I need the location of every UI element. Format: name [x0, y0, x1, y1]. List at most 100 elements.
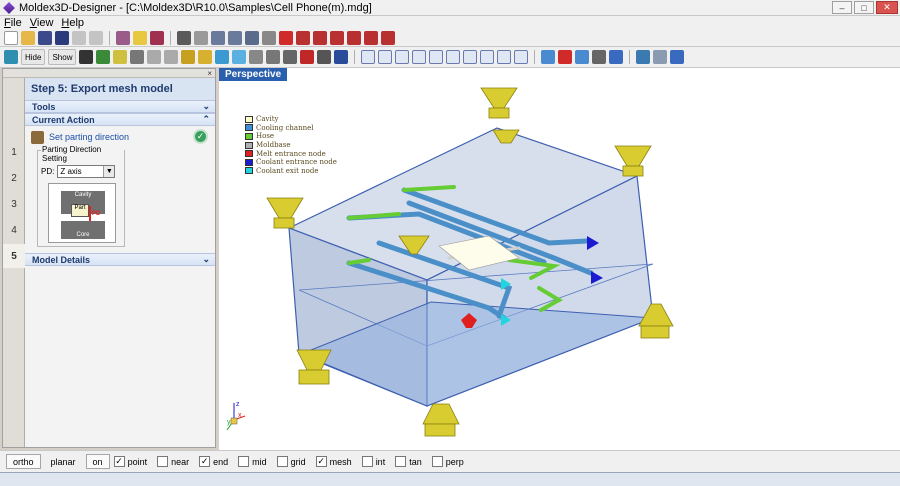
face-icon[interactable] — [429, 50, 444, 64]
step-4[interactable]: 4 — [3, 218, 25, 242]
planar-button[interactable]: planar — [45, 454, 82, 469]
collapse-icon[interactable]: ⌃ — [202, 114, 210, 125]
print-icon[interactable] — [653, 50, 668, 64]
panel-close-icon[interactable]: × — [207, 69, 212, 78]
element-icon[interactable] — [446, 50, 461, 64]
scale-icon[interactable] — [558, 50, 573, 64]
zoom-icon[interactable] — [211, 30, 225, 45]
insert-icon[interactable] — [266, 50, 281, 64]
mid-checkbox[interactable] — [238, 456, 250, 467]
palette-icon[interactable] — [198, 50, 213, 64]
tan-checkbox[interactable] — [395, 456, 407, 467]
image-icon[interactable] — [636, 50, 651, 64]
end-checkbox[interactable]: ✓ — [199, 456, 211, 467]
snap-grid[interactable]: grid — [276, 456, 306, 467]
line-icon[interactable] — [164, 50, 179, 64]
mirror-icon[interactable] — [592, 50, 607, 64]
undo-icon[interactable] — [72, 30, 86, 45]
snap-near[interactable]: near — [157, 456, 189, 467]
rotate-icon[interactable] — [575, 50, 590, 64]
section-icon[interactable] — [463, 50, 478, 64]
move-icon[interactable] — [177, 30, 191, 45]
dim-icon[interactable] — [480, 50, 495, 64]
pick-icon[interactable] — [514, 50, 529, 64]
viewport-3d[interactable]: Perspective z x y Cavity Cooling channel… — [219, 68, 900, 450]
hide-button[interactable]: Hide — [21, 49, 46, 65]
perp-checkbox[interactable] — [431, 456, 443, 467]
panel-grip[interactable]: × — [3, 69, 215, 78]
snap-tan[interactable]: tan — [395, 456, 422, 467]
chevron-down-icon[interactable]: ▼ — [103, 166, 115, 177]
show-button[interactable]: Show — [48, 49, 77, 65]
expand-icon[interactable]: ⌄ — [202, 101, 210, 112]
monitor-icon[interactable] — [334, 50, 349, 64]
node-icon[interactable] — [395, 50, 410, 64]
surface-icon[interactable] — [96, 50, 111, 64]
grid-checkbox[interactable] — [276, 456, 288, 467]
check-icon[interactable]: ✓ — [193, 129, 208, 144]
cube-right-icon[interactable] — [347, 30, 361, 45]
info-icon[interactable] — [150, 30, 164, 45]
snap-mesh[interactable]: ✓ mesh — [315, 456, 352, 467]
menu-help[interactable]: Help — [61, 17, 84, 29]
moldbase-icon[interactable] — [283, 50, 298, 64]
copy-icon[interactable] — [609, 50, 624, 64]
expand-icon[interactable]: ⌄ — [202, 254, 210, 265]
cube-red-icon[interactable] — [279, 30, 293, 45]
help-icon[interactable] — [133, 30, 147, 45]
snap-mid[interactable]: mid — [238, 456, 267, 467]
grid-icon[interactable] — [130, 50, 145, 64]
step-1[interactable]: 1 — [3, 140, 25, 164]
cube-front-icon[interactable] — [296, 30, 310, 45]
menu-view[interactable]: View — [30, 17, 54, 29]
snap-int[interactable]: int — [361, 456, 385, 467]
action-label[interactable]: Set parting direction — [49, 132, 129, 142]
snap-perp[interactable]: perp — [431, 456, 464, 467]
cube-top-icon[interactable] — [364, 30, 378, 45]
normal-icon[interactable] — [378, 50, 393, 64]
mesh-checkbox[interactable]: ✓ — [315, 456, 327, 467]
tools-section-header[interactable]: Tools ⌄ — [25, 100, 215, 113]
redo-icon[interactable] — [89, 30, 103, 45]
pd-select[interactable]: Z axis ▼ — [57, 165, 116, 178]
snap-on-button[interactable]: on — [85, 454, 110, 469]
fit-icon[interactable] — [245, 30, 259, 45]
ruler-icon[interactable] — [670, 50, 685, 64]
new-file-icon[interactable] — [4, 30, 18, 45]
snap-end[interactable]: ✓ end — [199, 456, 228, 467]
point-checkbox[interactable]: ✓ — [113, 456, 125, 467]
view-icon[interactable] — [262, 30, 276, 45]
display-icon[interactable] — [4, 50, 18, 64]
ortho-button[interactable]: ortho — [6, 454, 41, 469]
zoom-window-icon[interactable] — [228, 30, 242, 45]
open-folder-icon[interactable] — [21, 30, 35, 45]
step-5[interactable]: 5 — [3, 244, 25, 268]
current-action-header[interactable]: Current Action ⌃ — [25, 113, 215, 126]
cube-iso-icon[interactable] — [381, 30, 395, 45]
snap-point[interactable]: ✓ point — [113, 456, 147, 467]
runner-icon[interactable] — [215, 50, 230, 64]
edge-icon[interactable] — [412, 50, 427, 64]
color-icon[interactable] — [181, 50, 196, 64]
gate-icon[interactable] — [300, 50, 315, 64]
translate-icon[interactable] — [541, 50, 556, 64]
step-2[interactable]: 2 — [3, 166, 25, 190]
near-checkbox[interactable] — [157, 456, 169, 467]
pan-icon[interactable] — [194, 30, 208, 45]
maximize-button[interactable]: □ — [854, 1, 874, 14]
model-details-header[interactable]: Model Details ⌄ — [25, 253, 215, 266]
cavity-icon[interactable] — [249, 50, 264, 64]
curve-icon[interactable] — [147, 50, 162, 64]
int-checkbox[interactable] — [361, 456, 373, 467]
erase-icon[interactable] — [116, 30, 130, 45]
shade-icon[interactable] — [113, 50, 128, 64]
cube-back-icon[interactable] — [313, 30, 327, 45]
axis-icon[interactable] — [361, 50, 376, 64]
dropdown-icon[interactable] — [317, 50, 332, 64]
mesh-icon[interactable] — [79, 50, 94, 64]
save-all-icon[interactable] — [55, 30, 69, 45]
menu-file[interactable]: File — [4, 17, 22, 29]
cooling-icon[interactable] — [232, 50, 247, 64]
measure-icon[interactable] — [497, 50, 512, 64]
minimize-button[interactable]: – — [832, 1, 852, 14]
